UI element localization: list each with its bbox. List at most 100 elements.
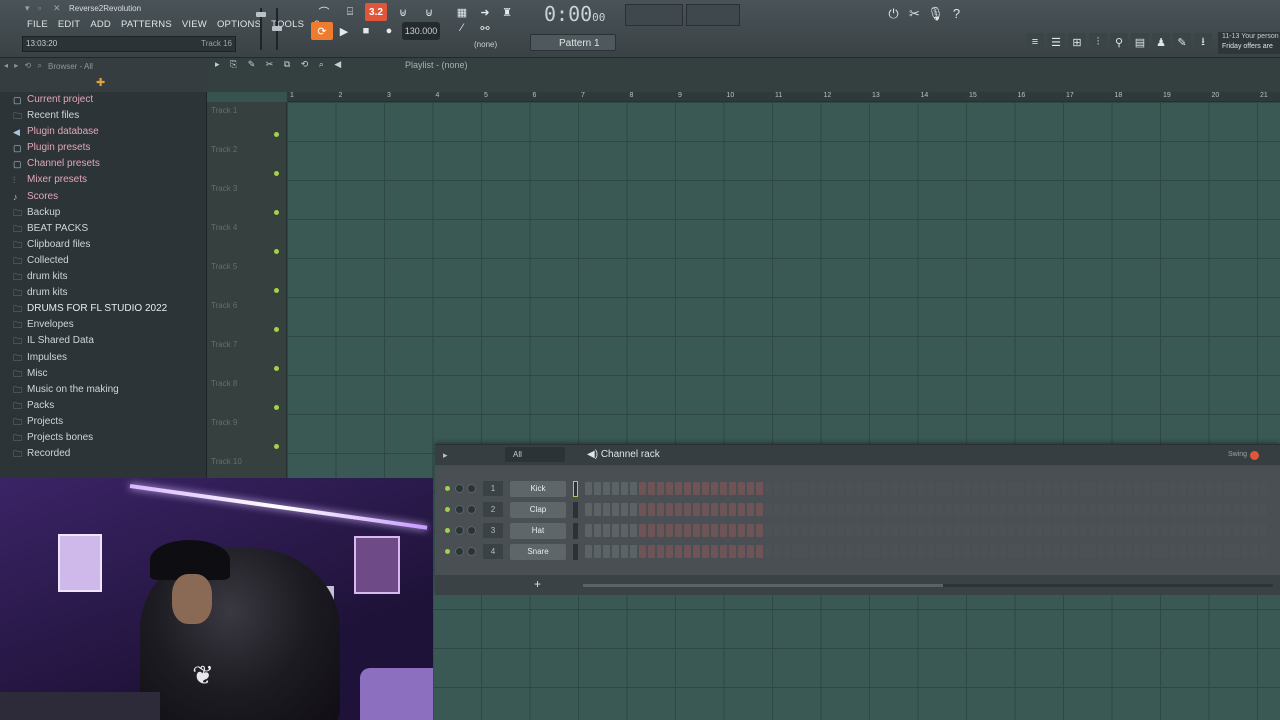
- step-button[interactable]: [594, 524, 601, 537]
- step-button[interactable]: [630, 482, 637, 495]
- step-button[interactable]: [684, 545, 691, 558]
- step-button[interactable]: [1233, 503, 1240, 516]
- step-button[interactable]: [1035, 524, 1042, 537]
- step-button[interactable]: [882, 545, 889, 558]
- step-button[interactable]: [747, 545, 754, 558]
- step-button[interactable]: [1080, 503, 1087, 516]
- step-button[interactable]: [765, 524, 772, 537]
- step-button[interactable]: [855, 482, 862, 495]
- step-button[interactable]: [882, 482, 889, 495]
- step-button[interactable]: [846, 503, 853, 516]
- step-button[interactable]: [909, 545, 916, 558]
- master-pitch-slider[interactable]: [272, 6, 282, 52]
- step-button[interactable]: [756, 524, 763, 537]
- step-button[interactable]: [1188, 503, 1195, 516]
- metronome-icon[interactable]: ⌒: [313, 3, 335, 21]
- step-button[interactable]: [891, 503, 898, 516]
- channel-mixer-track[interactable]: 4: [483, 544, 503, 559]
- browser-item[interactable]: 🗀 Recorded: [0, 446, 207, 462]
- step-button[interactable]: [936, 503, 943, 516]
- step-button[interactable]: [1170, 482, 1177, 495]
- step-button[interactable]: [657, 482, 664, 495]
- step-button[interactable]: [675, 524, 682, 537]
- plugin-picker-icon[interactable]: ♟: [1152, 33, 1170, 51]
- step-button[interactable]: [810, 503, 817, 516]
- step-button[interactable]: [1107, 503, 1114, 516]
- step-button[interactable]: [1134, 503, 1141, 516]
- browser-nav-icons[interactable]: ◂ ▸ ⟲ ⌕: [4, 61, 44, 71]
- step-button[interactable]: [675, 503, 682, 516]
- channel-mixer-track[interactable]: 3: [483, 523, 503, 538]
- step-button[interactable]: [873, 545, 880, 558]
- step-button[interactable]: [846, 524, 853, 537]
- window-menu-icon[interactable]: ▾: [25, 3, 30, 14]
- step-button[interactable]: [936, 482, 943, 495]
- step-button[interactable]: [648, 545, 655, 558]
- step-button[interactable]: [1125, 503, 1132, 516]
- channel-mixer-track[interactable]: 2: [483, 502, 503, 517]
- track-label[interactable]: Track 9: [211, 418, 237, 427]
- track-label[interactable]: Track 10: [211, 457, 242, 466]
- step-button[interactable]: [702, 503, 709, 516]
- step-button[interactable]: [945, 503, 952, 516]
- mixer-icon[interactable]: ⫶: [1089, 33, 1107, 51]
- step-button[interactable]: [1152, 482, 1159, 495]
- track-label[interactable]: Track 6: [211, 301, 237, 310]
- step-button[interactable]: [1062, 545, 1069, 558]
- step-button[interactable]: [855, 503, 862, 516]
- browser-item[interactable]: 🗀 Music on the making: [0, 382, 207, 398]
- step-button[interactable]: [603, 545, 610, 558]
- brush-icon[interactable]: ⁄: [451, 19, 473, 37]
- track-mute-led[interactable]: [274, 132, 279, 137]
- step-button[interactable]: [1026, 524, 1033, 537]
- step-button[interactable]: [810, 524, 817, 537]
- channel-rack-icon[interactable]: ⊞: [1068, 33, 1086, 51]
- browser-item[interactable]: 🗀 Collected: [0, 253, 207, 269]
- step-button[interactable]: [1242, 545, 1249, 558]
- browser-item[interactable]: 🗀 drum kits: [0, 285, 207, 301]
- mic-icon[interactable]: 🎙: [927, 5, 944, 22]
- browser-item[interactable]: ▢ Plugin presets: [0, 140, 207, 156]
- step-button[interactable]: [1053, 482, 1060, 495]
- step-button[interactable]: [1017, 482, 1024, 495]
- step-button[interactable]: [1215, 524, 1222, 537]
- step-button[interactable]: [1179, 545, 1186, 558]
- browser-item[interactable]: 🗀 Misc: [0, 366, 207, 382]
- step-button[interactable]: [1134, 545, 1141, 558]
- step-button[interactable]: [702, 545, 709, 558]
- step-button[interactable]: [639, 503, 646, 516]
- step-button[interactable]: [666, 545, 673, 558]
- browser-item[interactable]: ▢ Channel presets: [0, 156, 207, 172]
- track-label[interactable]: Track 2: [211, 145, 237, 154]
- track-mute-led[interactable]: [274, 405, 279, 410]
- step-button[interactable]: [765, 503, 772, 516]
- browser-item[interactable]: 🗀 IL Shared Data: [0, 333, 207, 349]
- channel-filter[interactable]: All: [505, 447, 565, 462]
- step-button[interactable]: [729, 545, 736, 558]
- step-button[interactable]: [765, 545, 772, 558]
- step-button[interactable]: [792, 545, 799, 558]
- step-button[interactable]: [1206, 545, 1213, 558]
- step-button[interactable]: [585, 482, 592, 495]
- menu-edit[interactable]: EDIT: [53, 17, 85, 33]
- step-button[interactable]: [1143, 524, 1150, 537]
- step-button[interactable]: [945, 545, 952, 558]
- step-button[interactable]: [819, 503, 826, 516]
- step-button[interactable]: [1206, 524, 1213, 537]
- step-button[interactable]: [918, 545, 925, 558]
- step-button[interactable]: [603, 482, 610, 495]
- record-icon[interactable]: ●: [378, 22, 400, 40]
- step-button[interactable]: [774, 524, 781, 537]
- step-button[interactable]: [864, 545, 871, 558]
- channel-volume-knob[interactable]: [467, 505, 476, 514]
- step-button[interactable]: [1008, 482, 1015, 495]
- step-button[interactable]: [1188, 524, 1195, 537]
- step-button[interactable]: [693, 545, 700, 558]
- step-button[interactable]: [720, 482, 727, 495]
- step-button[interactable]: [828, 503, 835, 516]
- news-panel[interactable]: 11-13 Your person Friday offers are: [1218, 32, 1280, 54]
- step-button[interactable]: [621, 482, 628, 495]
- step-button[interactable]: [963, 524, 970, 537]
- step-button[interactable]: [1197, 545, 1204, 558]
- step-button[interactable]: [594, 503, 601, 516]
